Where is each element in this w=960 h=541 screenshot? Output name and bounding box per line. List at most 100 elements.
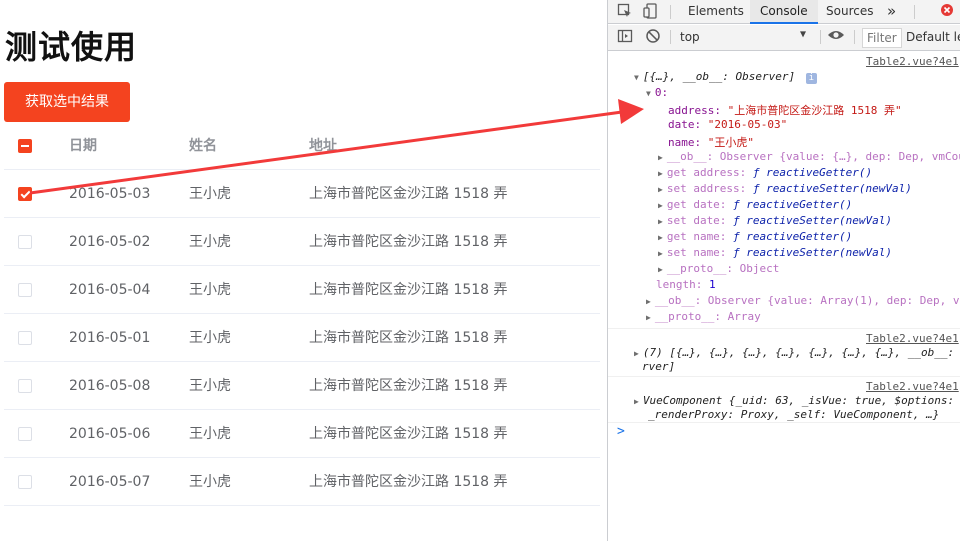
source-link[interactable]: Table2.vue?4e1 [866,380,959,393]
collapsed-triangle-icon[interactable]: ▶ [658,265,663,274]
prop-value: ƒ reactiveGetter() [733,230,853,243]
header-address[interactable]: 地址 [309,122,337,170]
setter-name[interactable]: ▶ set name: ƒ reactiveSetter(newVal) [658,246,892,259]
tab-elements[interactable]: Elements [688,0,744,24]
row-checkbox[interactable] [18,235,32,249]
log-levels-dropdown[interactable]: Default lev [906,30,960,44]
select-all-cell[interactable] [18,122,32,170]
setter-address[interactable]: ▶ set address: ƒ reactiveSetter(newVal) [658,182,912,195]
table-row[interactable]: 2016-05-07 王小虎 上海市普陀区金沙江路 1518 弄 [4,458,600,506]
table-body: 2016-05-03 王小虎 上海市普陀区金沙江路 1518 弄 2016-05-02… [4,170,600,506]
collapsed-triangle-icon[interactable]: ▶ [658,153,663,162]
cell-address: 上海市普陀区金沙江路 1518 弄 [309,282,508,298]
collapsed-triangle-icon[interactable]: ▶ [658,201,663,210]
sidebar-toggle-icon[interactable] [616,28,634,46]
collapsed-triangle-icon[interactable]: ▶ [658,217,663,226]
vue-component-log-entry[interactable]: ▶ VueComponent {_uid: 63, _isVue: true, $… [634,394,954,407]
table-row[interactable]: 2016-05-03 王小虎 上海市普陀区金沙江路 1518 弄 [4,170,600,218]
getter-name[interactable]: ▶ get name: ƒ reactiveGetter() [658,230,852,243]
source-link[interactable]: Table2.vue?4e1 [866,332,959,345]
prop-key: get address: [666,166,747,179]
collapsed-triangle-icon[interactable]: ▶ [658,185,663,194]
message-divider [608,376,960,377]
prop-proto-array[interactable]: ▶ __proto__: Array [646,310,761,323]
row-checkbox[interactable] [18,187,32,201]
page-title: 测试使用 [5,29,138,65]
cell-address: 上海市普陀区金沙江路 1518 弄 [309,378,508,394]
toolbar-divider [820,30,821,44]
prop-key: address: [668,104,721,117]
prop-ob-array[interactable]: ▶ __ob__: Observer {value: Array(1), dep:… [646,294,959,307]
row-checkbox-cell[interactable] [18,218,32,266]
row-checkbox[interactable] [18,283,32,297]
table-row[interactable]: 2016-05-08 王小虎 上海市普陀区金沙江路 1518 弄 [4,362,600,410]
row-checkbox-cell[interactable] [18,314,32,362]
message-divider [608,328,960,329]
prop-value: 1 [708,278,716,291]
devtools-tabbar: Elements Console Sources » [608,0,960,24]
device-toolbar-icon[interactable] [642,3,660,21]
array-preview: (7) [{…}, {…}, {…}, {…}, {…}, {…}, {…}, … [642,346,960,359]
get-selection-button[interactable]: 获取选中结果 [4,82,130,122]
array-log-entry[interactable]: ▼ [{…}, __ob__: Observer] i [634,70,817,84]
row-checkbox[interactable] [18,331,32,345]
prop-ob[interactable]: ▶ __ob__: Observer {value: {…}, dep: Dep,… [658,150,960,163]
console-toolbar: top ▼ Filter Default lev [608,25,960,51]
toolbar-divider [854,30,855,44]
filter-input[interactable]: Filter [862,28,902,48]
collapsed-triangle-icon[interactable]: ▶ [658,233,663,242]
cell-name: 王小虎 [189,282,231,298]
context-selector[interactable]: top [680,30,700,44]
toolbar-divider [670,5,671,19]
chevron-down-icon[interactable]: ▼ [800,29,806,40]
row-checkbox-cell[interactable] [18,362,32,410]
clear-console-icon[interactable] [644,28,662,46]
inspect-element-icon[interactable] [616,3,634,21]
collapsed-triangle-icon[interactable]: ▶ [646,313,651,322]
source-link[interactable]: Table2.vue?4e1 [866,55,959,68]
row-checkbox[interactable] [18,379,32,393]
setter-date[interactable]: ▶ set date: ƒ reactiveSetter(newVal) [658,214,892,227]
row-checkbox[interactable] [18,427,32,441]
collapsed-triangle-icon[interactable]: ▶ [634,397,639,406]
select-all-checkbox[interactable] [18,139,32,153]
row-checkbox-cell[interactable] [18,170,32,218]
row-checkbox[interactable] [18,475,32,489]
header-date[interactable]: 日期 [69,122,97,170]
prop-value: ƒ reactiveGetter() [733,198,853,211]
cell-name: 王小虎 [189,426,231,442]
expanded-triangle-icon[interactable]: ▼ [646,89,651,98]
index-key: 0: [654,86,669,99]
getter-date[interactable]: ▶ get date: ƒ reactiveGetter() [658,198,852,211]
toolbar-divider [670,30,671,44]
live-expression-eye-icon[interactable] [827,28,845,46]
toolbar-divider [914,5,915,19]
table-row[interactable]: 2016-05-04 王小虎 上海市普陀区金沙江路 1518 弄 [4,266,600,314]
tab-sources[interactable]: Sources [826,0,873,24]
console-prompt[interactable]: > [617,424,625,439]
prop-value: "2016-05-03" [707,118,788,131]
prop-key: set address: [666,182,747,195]
tab-console[interactable]: Console [750,0,818,24]
header-name[interactable]: 姓名 [189,122,217,170]
table-row[interactable]: 2016-05-01 王小虎 上海市普陀区金沙江路 1518 弄 [4,314,600,362]
error-badge-icon[interactable] [938,3,956,21]
array-index-0[interactable]: ▼ 0: [646,86,668,99]
row-checkbox-cell[interactable] [18,266,32,314]
expanded-triangle-icon[interactable]: ▼ [634,73,639,82]
seven-array-log-entry[interactable]: ▶ (7) [{…}, {…}, {…}, {…}, {…}, {…}, {…},… [634,346,960,359]
collapsed-triangle-icon[interactable]: ▶ [634,349,639,358]
getter-address[interactable]: ▶ get address: ƒ reactiveGetter() [658,166,872,179]
prop-key: set date: [666,214,727,227]
collapsed-triangle-icon[interactable]: ▶ [658,169,663,178]
row-checkbox-cell[interactable] [18,458,32,506]
table-row[interactable]: 2016-05-06 王小虎 上海市普陀区金沙江路 1518 弄 [4,410,600,458]
row-checkbox-cell[interactable] [18,410,32,458]
console-output: Table2.vue?4e1 ▼ [{…}, __ob__: Observer] … [608,52,960,541]
table-row[interactable]: 2016-05-02 王小虎 上海市普陀区金沙江路 1518 弄 [4,218,600,266]
collapsed-triangle-icon[interactable]: ▶ [646,297,651,306]
more-tabs-icon[interactable]: » [887,0,896,24]
prop-proto-object[interactable]: ▶ __proto__: Object [658,262,779,275]
cell-name: 王小虎 [189,186,231,202]
collapsed-triangle-icon[interactable]: ▶ [658,249,663,258]
